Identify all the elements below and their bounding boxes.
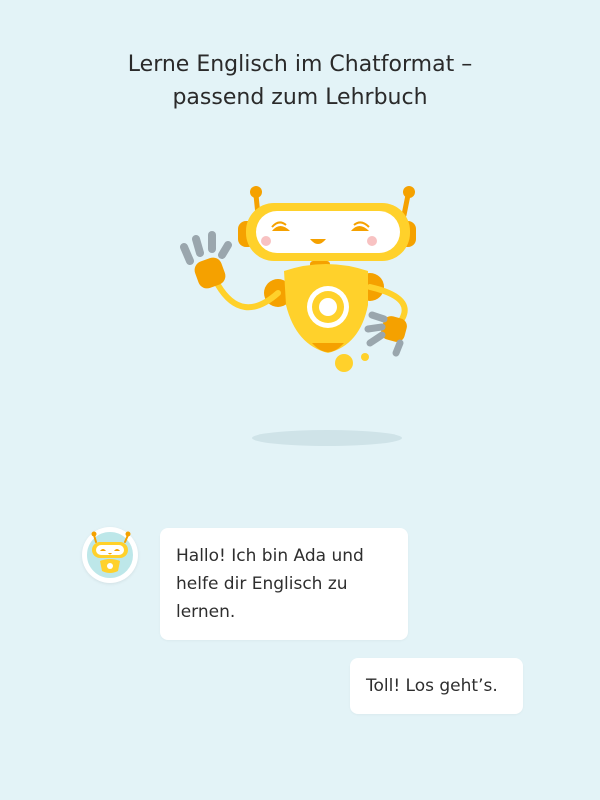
bot-avatar [82,527,138,583]
bot-message-text: Hallo! Ich bin Ada und helfe dir Englisc… [176,546,364,622]
robot-mascot-icon [180,186,416,372]
user-reply-text: Toll! Los geht’s. [366,676,498,696]
user-reply-bubble[interactable]: Toll! Los geht’s. [350,658,523,714]
title-line-2: passend zum Lehrbuch [172,85,428,110]
robot-mascot-illustration [160,175,440,455]
title-line-1: Lerne Englisch im Chatformat – [127,52,473,77]
page-title: Lerne Englisch im Chatformat – passend z… [0,48,600,114]
bot-message-bubble: Hallo! Ich bin Ada und helfe dir Englisc… [160,528,408,640]
robot-avatar-icon [85,530,135,580]
